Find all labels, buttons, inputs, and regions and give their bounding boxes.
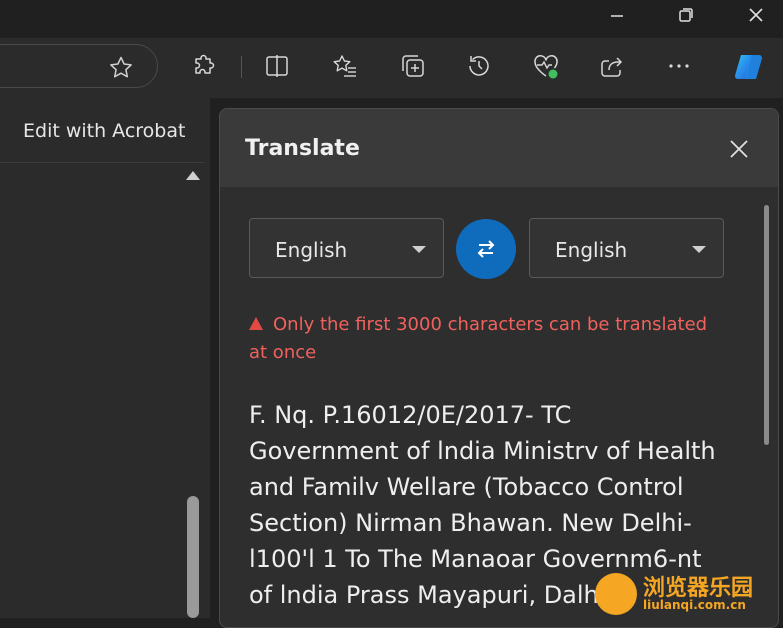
swap-languages-button[interactable] (456, 219, 516, 279)
warning-icon (249, 317, 263, 330)
source-language-value: English (275, 238, 348, 262)
target-language-value: English (555, 238, 628, 262)
history-button[interactable] (465, 52, 493, 80)
favorites-button[interactable] (331, 52, 359, 80)
extensions-icon (195, 54, 215, 74)
page-content: Edit with Acrobat (0, 98, 210, 618)
history-icon (469, 56, 489, 76)
character-limit-warning: Only the first 3000 characters can be tr… (249, 311, 729, 367)
browser-essentials-icon (534, 54, 558, 79)
extensions-button[interactable] (191, 52, 219, 80)
split-screen-icon (266, 55, 288, 77)
collections-icon (402, 55, 424, 77)
panel-scrollbar-thumb[interactable] (764, 205, 769, 445)
document-view[interactable] (0, 163, 180, 618)
more-button[interactable] (665, 52, 693, 80)
split-screen-button[interactable] (263, 52, 291, 80)
watermark-url: liulanqi.com.cn (643, 598, 746, 612)
edit-with-acrobat-button[interactable]: Edit with Acrobat (0, 98, 205, 163)
more-icon (669, 64, 689, 68)
star-icon[interactable] (108, 55, 134, 81)
close-icon (749, 8, 763, 22)
toolbar-separator (241, 56, 242, 78)
target-language-select[interactable]: English (529, 218, 724, 278)
scroll-up-arrow[interactable] (186, 171, 200, 180)
title-bar (0, 0, 783, 38)
scrollbar-thumb[interactable] (187, 496, 199, 618)
browser-essentials-button[interactable] (532, 52, 560, 80)
close-icon (730, 140, 748, 158)
minimize-button[interactable] (594, 0, 640, 30)
close-window-button[interactable] (733, 0, 779, 30)
copilot-icon (734, 54, 763, 80)
translate-panel: Translate English English Only the first… (219, 108, 779, 628)
translate-panel-header: Translate (220, 109, 778, 187)
share-button[interactable] (598, 52, 626, 80)
source-language-select[interactable]: English (249, 218, 444, 278)
panel-title: Translate (245, 136, 360, 161)
share-icon (601, 57, 623, 77)
minimize-icon (611, 15, 623, 17)
watermark: 浏览器乐园 liulanqi.com.cn (595, 570, 780, 616)
browser-toolbar (0, 38, 783, 98)
restore-button[interactable] (663, 0, 709, 30)
edit-with-acrobat-label: Edit with Acrobat (23, 120, 186, 142)
warning-text: Only the first 3000 characters can be tr… (249, 314, 708, 363)
chevron-down-icon (692, 246, 706, 253)
panel-scrollbar[interactable] (762, 205, 770, 555)
favorites-icon (333, 55, 356, 77)
address-bar[interactable] (0, 44, 158, 88)
copilot-button[interactable] (732, 49, 768, 85)
swap-icon (477, 240, 495, 258)
maximize-icon (679, 8, 693, 22)
watermark-logo (595, 573, 637, 615)
chevron-down-icon (412, 246, 426, 253)
close-panel-button[interactable] (725, 135, 753, 163)
collections-button[interactable] (399, 52, 427, 80)
